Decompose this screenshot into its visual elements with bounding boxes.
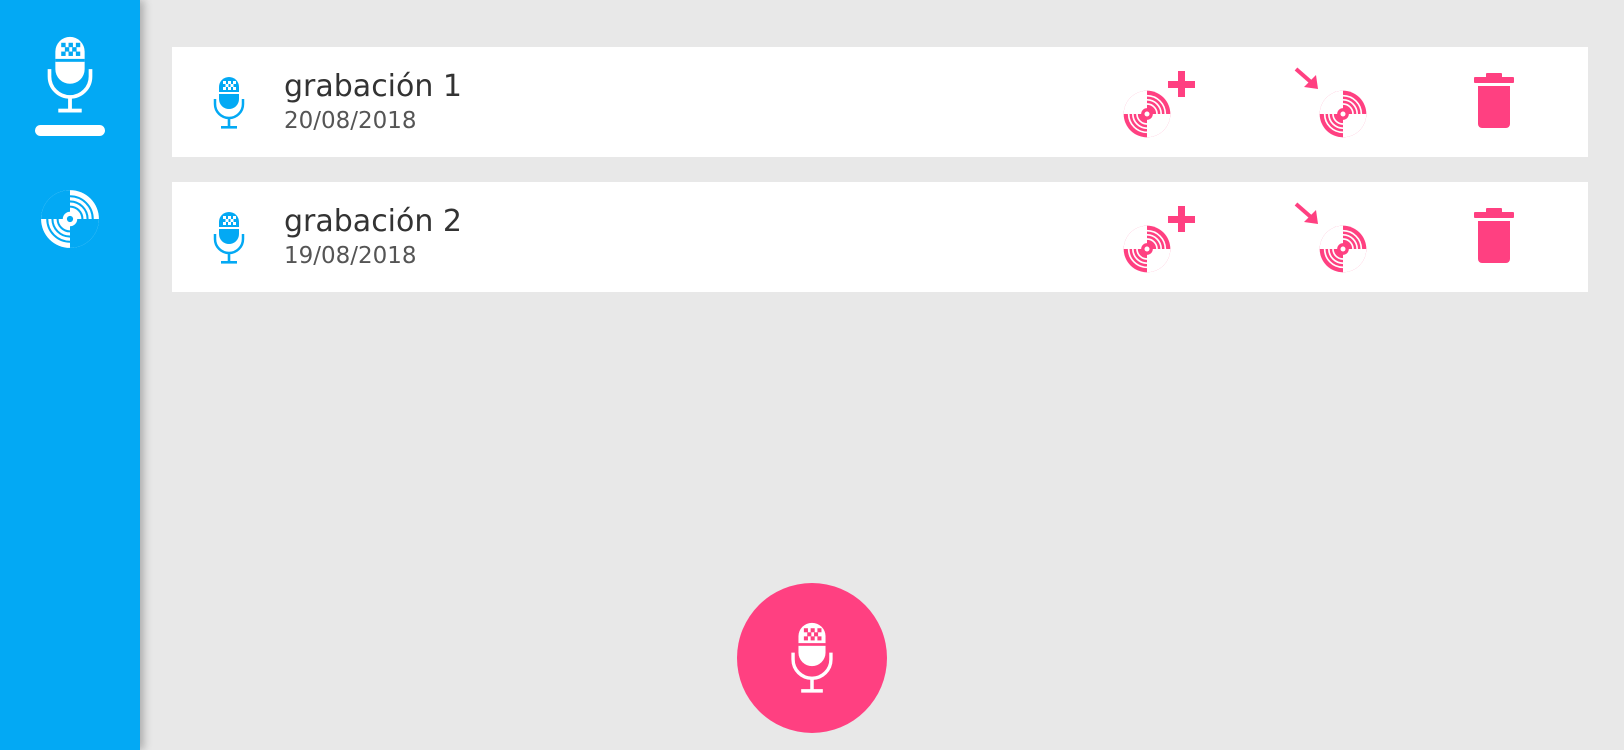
- trash-icon: [1474, 208, 1514, 263]
- active-tab-indicator: [35, 125, 105, 136]
- disc-import-icon: [1294, 67, 1372, 139]
- sidebar-item-discs[interactable]: [0, 188, 140, 268]
- microphone-icon: [45, 34, 95, 116]
- disc-add-icon: [1122, 71, 1195, 139]
- sidebar: [0, 0, 140, 750]
- import-to-disc-button[interactable]: [1292, 67, 1372, 139]
- delete-button[interactable]: [1472, 73, 1516, 129]
- recording-date: 20/08/2018: [284, 108, 417, 134]
- disc-import-icon: [1294, 202, 1372, 274]
- microphone-icon: [212, 210, 246, 266]
- recording-date: 19/08/2018: [284, 243, 417, 269]
- microphone-icon: [212, 75, 246, 131]
- microphone-icon: [789, 620, 835, 696]
- add-to-disc-button[interactable]: [1122, 202, 1202, 274]
- disc-icon: [39, 188, 101, 250]
- recording-title: grabación 2: [284, 204, 463, 239]
- trash-icon: [1474, 73, 1514, 128]
- add-to-disc-button[interactable]: [1122, 67, 1202, 139]
- record-button[interactable]: [737, 583, 887, 733]
- disc-add-icon: [1122, 206, 1195, 274]
- recordings-list: grabación 1 20/08/2018 grabación 2 19/08…: [172, 47, 1588, 317]
- delete-button[interactable]: [1472, 208, 1516, 264]
- list-item[interactable]: grabación 2 19/08/2018: [172, 182, 1588, 292]
- list-item[interactable]: grabación 1 20/08/2018: [172, 47, 1588, 157]
- recording-title: grabación 1: [284, 69, 463, 104]
- import-to-disc-button[interactable]: [1292, 202, 1372, 274]
